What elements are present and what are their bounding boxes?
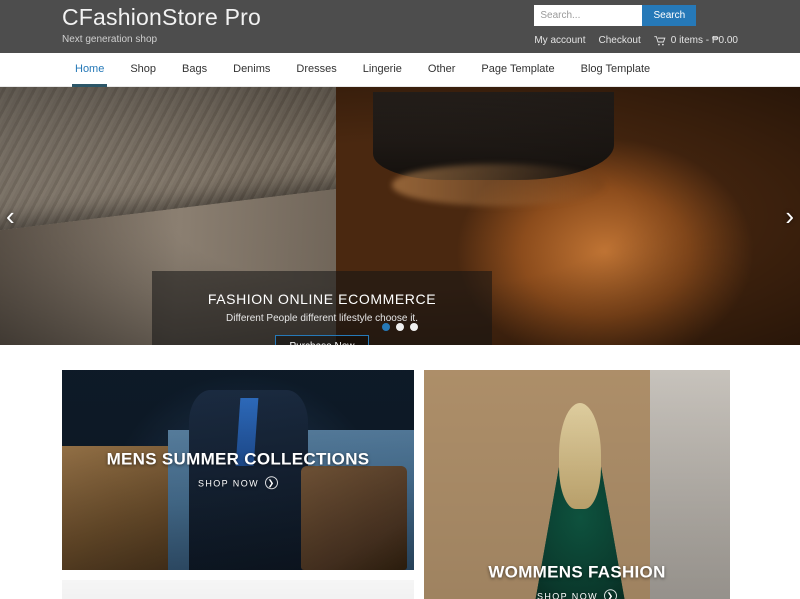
nav-item-home[interactable]: Home: [62, 53, 117, 87]
search-input[interactable]: [534, 5, 643, 26]
hero-title: FASHION ONLINE ECOMMERCE: [207, 291, 437, 307]
hero-slider: FASHION ONLINE ECOMMERCE Different Peopl…: [0, 87, 800, 345]
main-navigation: Home Shop Bags Denims Dresses Lingerie O…: [0, 53, 800, 87]
tile-title: MENS SUMMER COLLECTIONS: [106, 449, 370, 469]
cart-link[interactable]: 0 items - ₱0.00: [654, 35, 738, 46]
cart-summary-text: 0 items - ₱0.00: [670, 35, 738, 46]
slider-dot-3[interactable]: [410, 323, 418, 331]
nav-item-lingerie[interactable]: Lingerie: [350, 53, 415, 87]
slider-pagination: [0, 323, 800, 331]
tile-secondary-category[interactable]: [62, 580, 414, 599]
tile-mens-summer-collections[interactable]: MENS SUMMER COLLECTIONS SHOP NOW ❯: [62, 370, 414, 570]
tile-title: WOMMENS FASHION: [488, 562, 666, 582]
shop-now-label: SHOP NOW: [197, 477, 260, 488]
slider-dot-1[interactable]: [382, 323, 390, 331]
slider-dot-2[interactable]: [396, 323, 404, 331]
tiles-column-right: WOMMENS FASHION SHOP NOW ❯: [424, 370, 730, 599]
site-tagline: Next generation shop: [62, 34, 158, 45]
tile-caption: WOMMENS FASHION SHOP NOW ❯: [424, 562, 730, 599]
tile-overlay: [62, 580, 414, 599]
category-tiles: MENS SUMMER COLLECTIONS SHOP NOW ❯ WOMME…: [0, 345, 800, 599]
site-title: CFashionStore Pro: [62, 4, 261, 30]
circle-arrow-right-icon: ❯: [265, 476, 279, 490]
circle-arrow-right-icon: ❯: [604, 589, 618, 599]
tiles-column-left: MENS SUMMER COLLECTIONS SHOP NOW ❯: [62, 370, 414, 599]
checkout-link[interactable]: Checkout: [598, 35, 640, 46]
nav-item-other[interactable]: Other: [415, 53, 469, 87]
header-utility-links: My account Checkout 0 items - ₱0.00: [534, 35, 738, 46]
nav-item-dresses[interactable]: Dresses: [283, 53, 349, 87]
site-header: CFashionStore Pro Next generation shop S…: [0, 0, 800, 53]
search-form[interactable]: Search: [534, 5, 738, 26]
tile-wommens-fashion[interactable]: WOMMENS FASHION SHOP NOW ❯: [424, 370, 730, 599]
brand-block[interactable]: CFashionStore Pro Next generation shop: [62, 2, 261, 47]
my-account-link[interactable]: My account: [534, 35, 585, 46]
nav-item-denims[interactable]: Denims: [220, 53, 283, 87]
purchase-now-button[interactable]: Purchase Now: [275, 335, 369, 345]
shop-now-label: SHOP NOW: [536, 590, 599, 599]
search-button[interactable]: Search: [642, 5, 697, 26]
nav-item-blog-template[interactable]: Blog Template: [568, 53, 664, 87]
chevron-right-icon[interactable]: ›: [785, 203, 794, 229]
shop-now-link[interactable]: SHOP NOW ❯: [536, 589, 618, 599]
chevron-left-icon[interactable]: ‹: [6, 203, 15, 229]
nav-item-bags[interactable]: Bags: [169, 53, 220, 87]
nav-item-shop[interactable]: Shop: [117, 53, 169, 87]
header-right-area: Search My account Checkout 0 items - ₱0.…: [534, 5, 738, 46]
shopping-cart-icon: [654, 35, 666, 46]
shop-now-link[interactable]: SHOP NOW ❯: [197, 476, 279, 490]
tile-caption: MENS SUMMER COLLECTIONS SHOP NOW ❯: [62, 449, 414, 491]
nav-item-page-template[interactable]: Page Template: [468, 53, 567, 87]
hero-caption-box: FASHION ONLINE ECOMMERCE Different Peopl…: [152, 271, 492, 345]
